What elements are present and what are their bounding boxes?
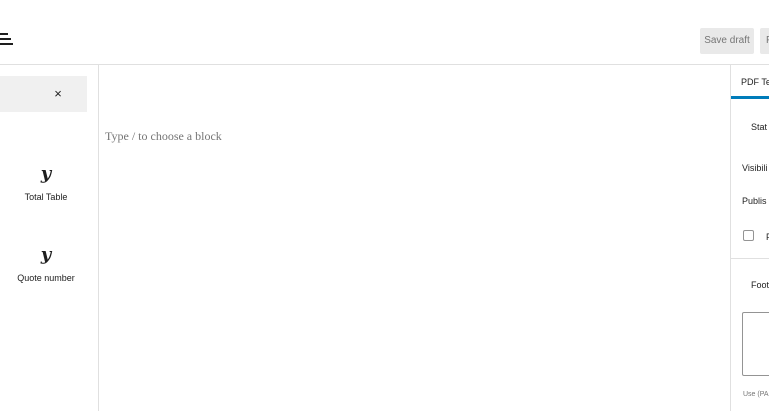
pending-review-checkbox[interactable] [743,230,754,241]
block-item-label: Total Table [24,192,68,202]
editor-header: Save draft P [0,0,769,65]
close-icon[interactable]: × [52,87,64,101]
block-type-icon: y [40,163,52,184]
status-panel-heading[interactable]: Stat [751,122,767,132]
block-item-label: Quote number [17,273,75,283]
editor-canvas[interactable]: Type / to choose a block [99,65,729,411]
block-search-input[interactable]: × [0,76,87,112]
footer-panel-heading[interactable]: Foot [751,280,769,290]
save-draft-button[interactable]: Save draft [700,28,754,54]
block-placeholder[interactable]: Type / to choose a block [105,129,222,144]
block-item-total-table[interactable]: y Total Table [0,163,92,203]
block-item-quote-number[interactable]: y Quote number [0,244,92,284]
list-view-icon[interactable] [0,33,14,45]
section-divider [731,258,769,259]
footer-textarea[interactable] [742,312,769,376]
tab-pdf-template[interactable]: PDF Te [731,65,769,99]
block-inserter-panel: × y Total Table y Quote number [0,65,99,411]
visibility-label: Visibili [742,163,768,173]
settings-sidebar: PDF Te Stat Visibili Publis P Foot Use (… [730,65,769,411]
editor-page: Save draft P × y Total Table y Quote num… [0,0,769,411]
footer-help-text: Use (PA [743,391,769,398]
block-type-icon: y [40,244,52,265]
publish-label: Publis [742,196,767,206]
publish-button[interactable]: P [760,28,769,54]
